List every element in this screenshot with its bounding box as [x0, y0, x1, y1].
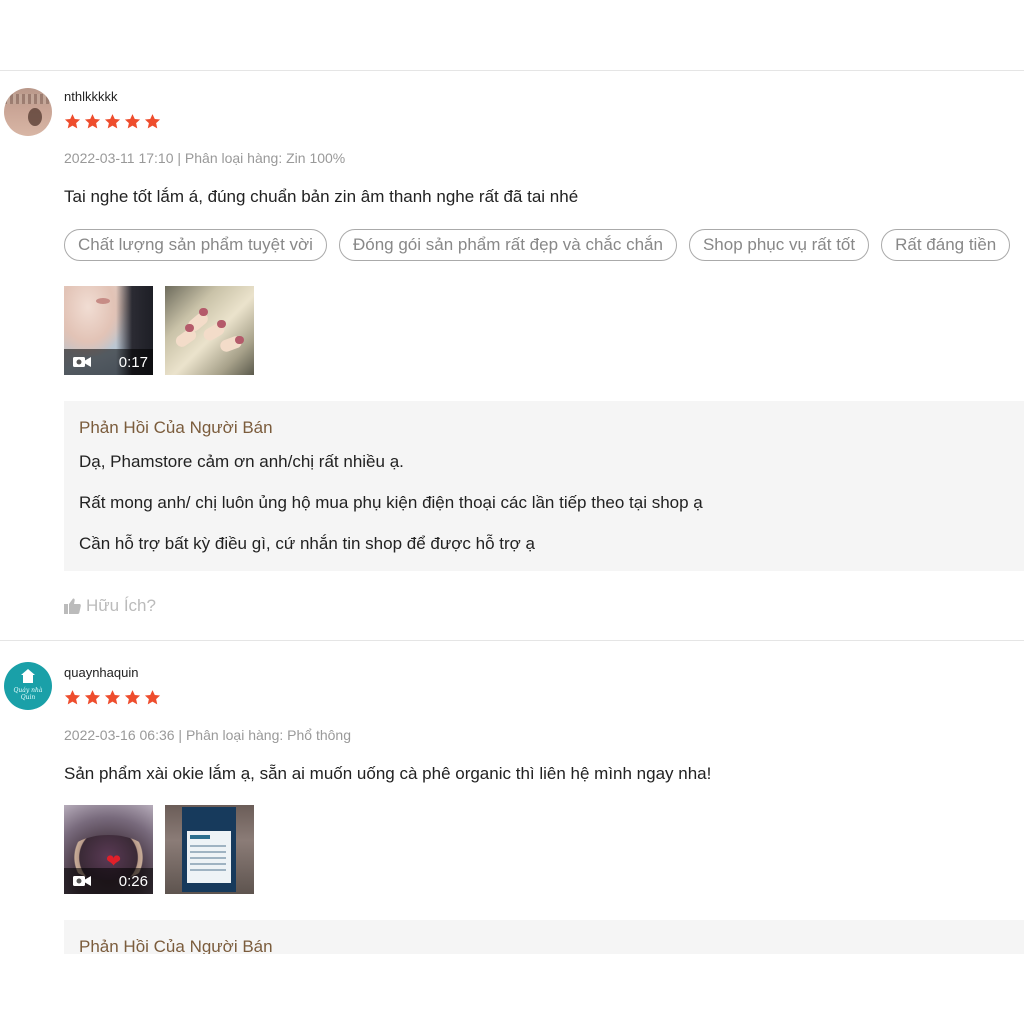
review-divider [0, 640, 1024, 641]
review-body: Tai nghe tốt lắm á, đúng chuẩn bản zin â… [64, 187, 579, 206]
review-meta: 2022-03-16 06:36 | Phân loại hàng: Phổ t… [64, 727, 351, 743]
star-icon [144, 690, 161, 705]
video-duration: 0:17 [118, 354, 148, 371]
video-duration: 0:26 [118, 873, 148, 890]
review-body: Sản phẩm xài okie lắm ạ, sẵn ai muốn uốn… [64, 764, 712, 783]
avatar[interactable] [4, 88, 52, 136]
seller-reply: Phản Hồi Của Người Bán [64, 920, 1024, 954]
review-tags: Chất lượng sản phẩm tuyệt vời Đóng gói s… [64, 229, 1011, 261]
seller-reply-title: Phản Hồi Của Người Bán [79, 937, 273, 954]
star-icon [104, 690, 121, 705]
helpful-label: Hữu Ích? [86, 596, 156, 615]
star-icon [124, 114, 141, 129]
top-divider [0, 70, 1024, 71]
star-icon [84, 690, 101, 705]
seller-reply: Phản Hồi Của Người Bán Dạ, Phamstore cảm… [64, 401, 1024, 571]
helpful-button[interactable]: Hữu Ích? [64, 596, 156, 616]
video-thumbnail[interactable]: ❤ 0:26 [64, 805, 153, 894]
image-thumbnail[interactable] [165, 286, 254, 375]
review-username[interactable]: nthlkkkkk [64, 89, 117, 104]
review-tag: Rất đáng tiền [881, 229, 1011, 261]
review-meta: 2022-03-11 17:10 | Phân loại hàng: Zin 1… [64, 150, 346, 166]
review-tag: Đóng gói sản phẩm rất đẹp và chắc chắn [338, 229, 677, 261]
video-camera-icon [73, 876, 91, 886]
seller-reply-text: Rất mong anh/ chị luôn ủng hộ mua phụ ki… [79, 493, 703, 512]
star-icon [64, 114, 81, 129]
review-tag: Chất lượng sản phẩm tuyệt vời [64, 229, 327, 261]
seller-reply-text: Cần hỗ trợ bất kỳ điều gì, cứ nhắn tin s… [79, 534, 535, 553]
star-icon [104, 114, 121, 129]
star-icon [84, 114, 101, 129]
seller-reply-text: Dạ, Phamstore cảm ơn anh/chị rất nhiều ạ… [79, 452, 404, 471]
review-media: ❤ 0:26 [64, 805, 254, 894]
avatar[interactable]: Quáy nhà Quin [4, 662, 52, 710]
video-camera-icon [73, 357, 91, 367]
seller-reply-title: Phản Hồi Của Người Bán [79, 418, 273, 437]
review-username[interactable]: quaynhaquin [64, 665, 138, 680]
rating-stars [64, 689, 161, 707]
star-icon [124, 690, 141, 705]
image-thumbnail[interactable] [165, 805, 254, 894]
star-icon [64, 690, 81, 705]
review-tag: Shop phục vụ rất tốt [688, 229, 870, 261]
thumbs-up-icon [64, 598, 81, 614]
review-media: 0:17 [64, 286, 254, 375]
star-icon [144, 114, 161, 129]
rating-stars [64, 113, 161, 131]
video-thumbnail[interactable]: 0:17 [64, 286, 153, 375]
